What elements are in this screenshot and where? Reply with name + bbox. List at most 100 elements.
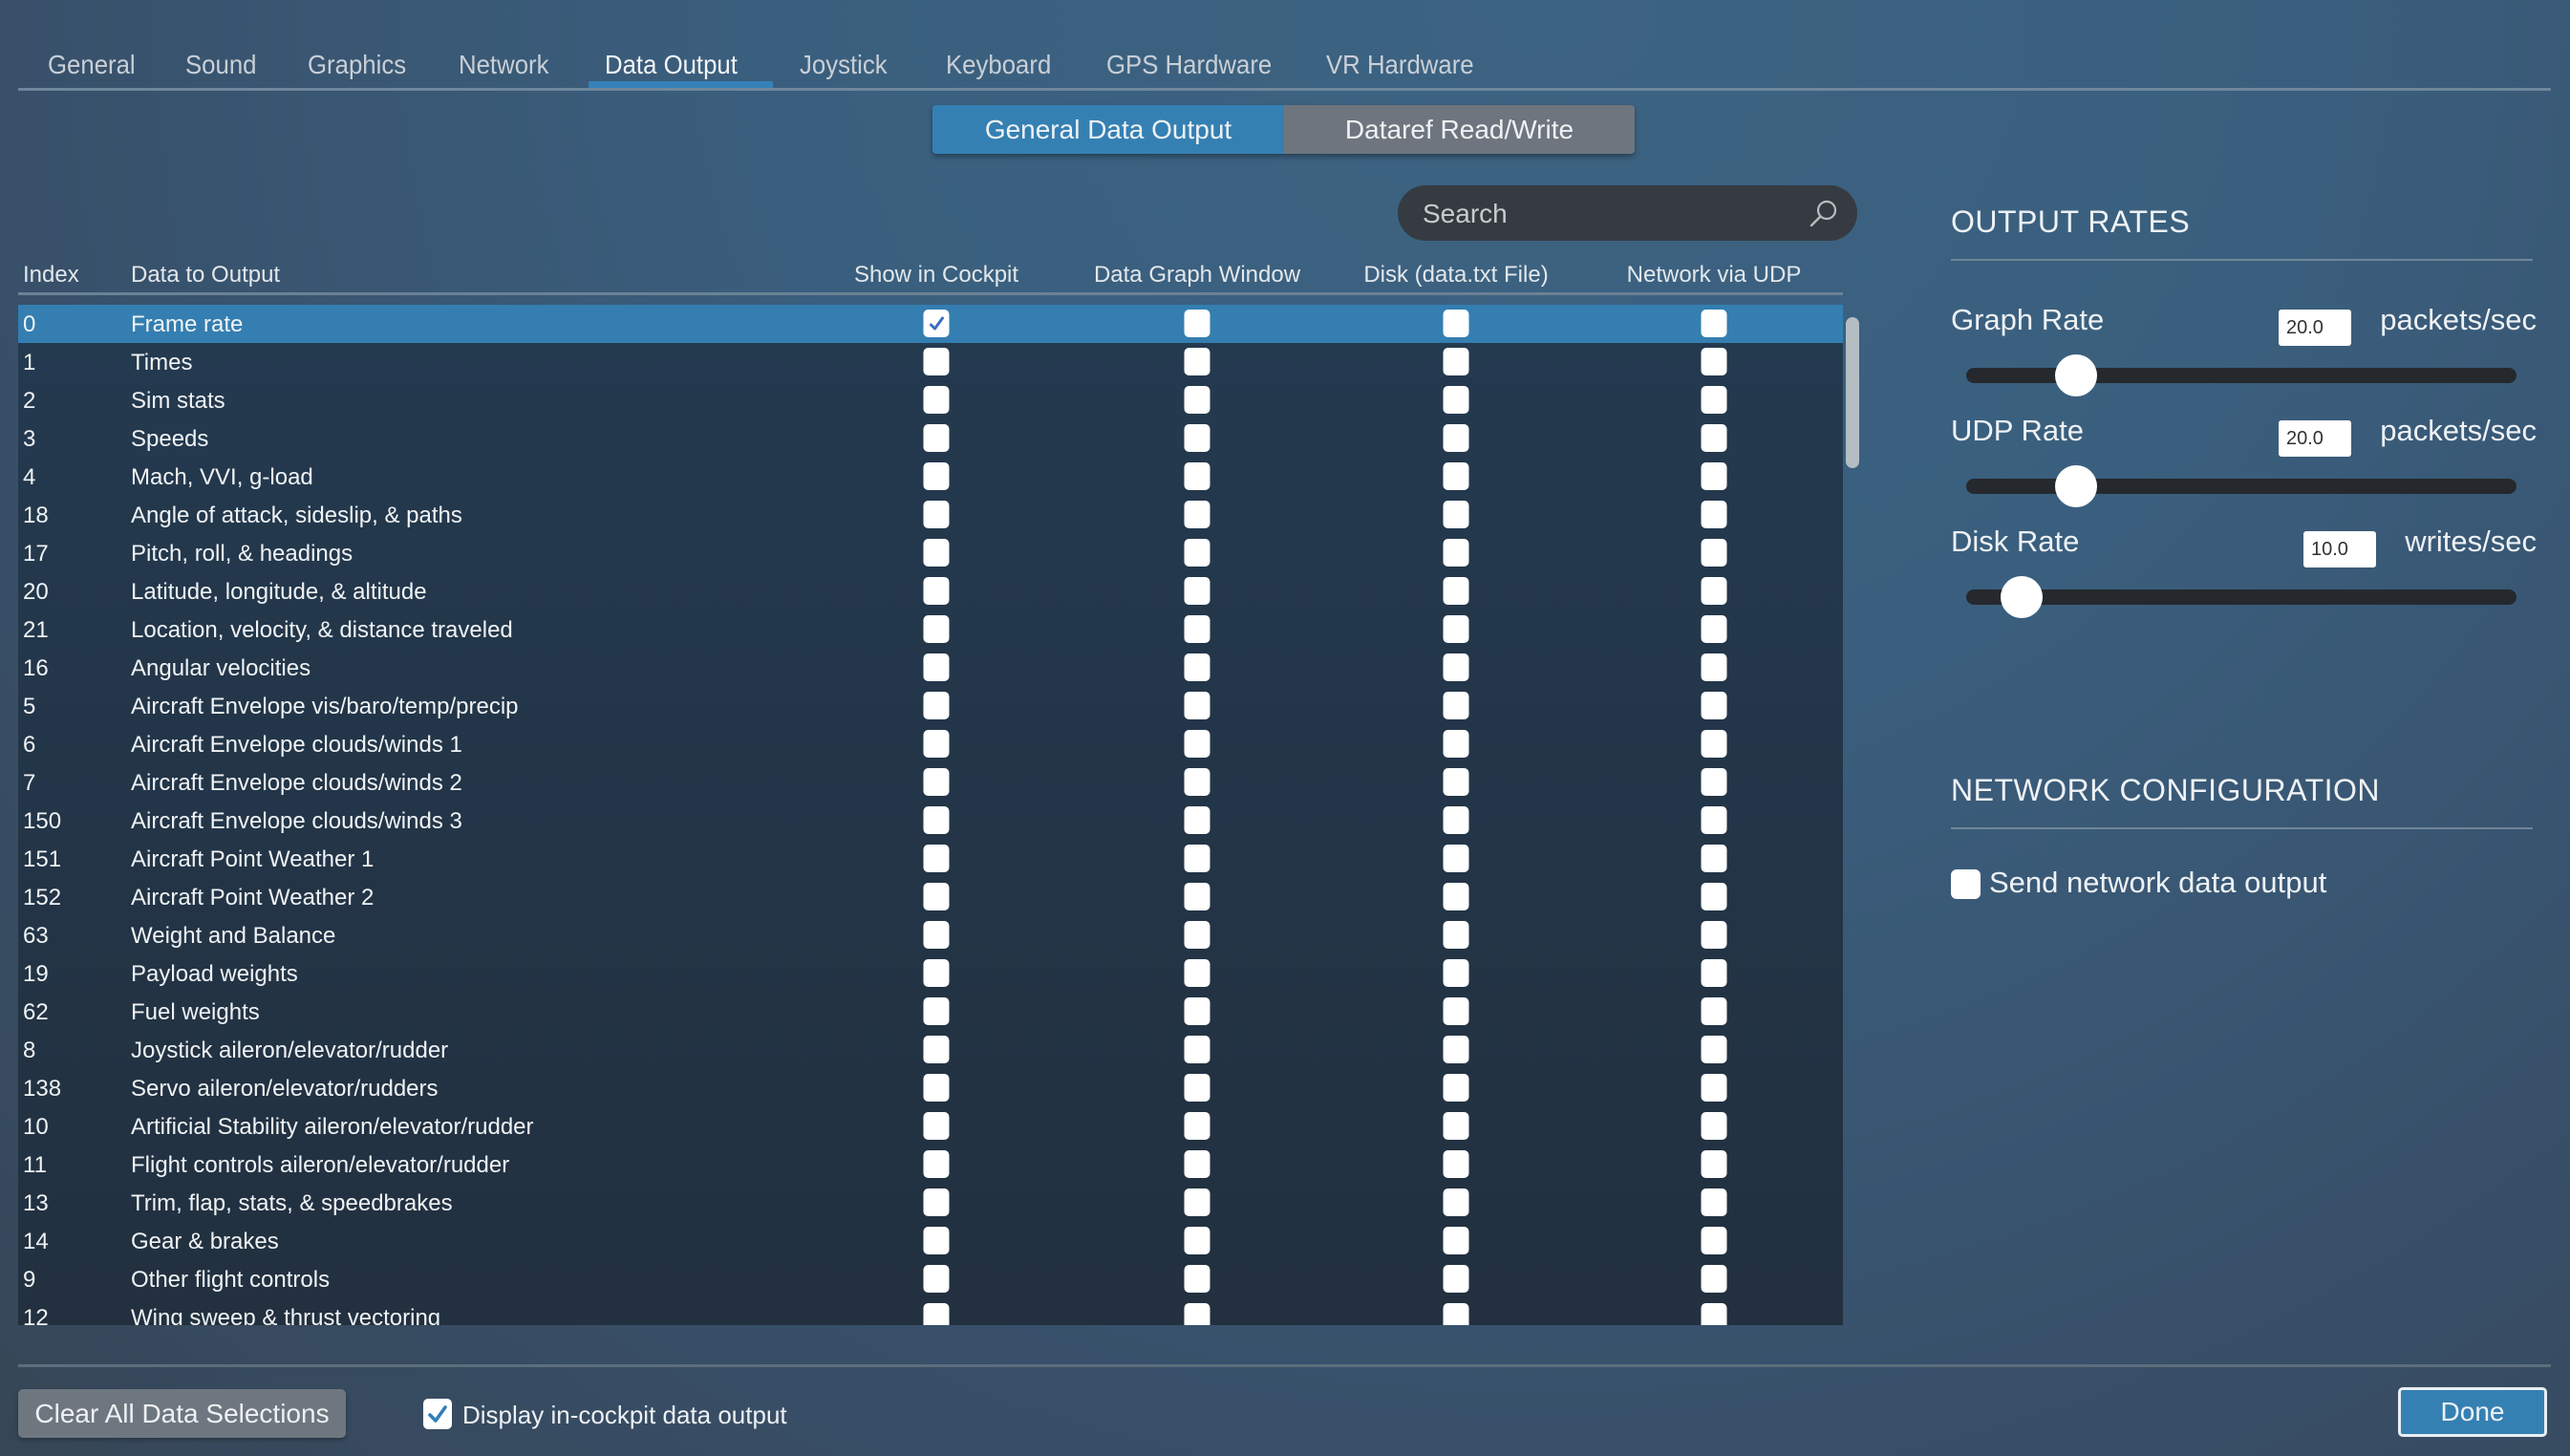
- udp-checkbox[interactable]: [1701, 921, 1727, 949]
- graph-checkbox[interactable]: [1184, 768, 1210, 796]
- udp-checkbox[interactable]: [1701, 692, 1727, 719]
- cockpit-checkbox[interactable]: [923, 653, 950, 681]
- udp-checkbox[interactable]: [1701, 1227, 1727, 1254]
- general-data-output-button[interactable]: General Data Output: [932, 105, 1284, 154]
- table-row[interactable]: 0 Frame rate: [18, 305, 1843, 343]
- udp-rate-slider-thumb[interactable]: [2055, 465, 2098, 507]
- graph-checkbox[interactable]: [1184, 959, 1210, 987]
- graph-checkbox[interactable]: [1184, 883, 1210, 910]
- table-row[interactable]: 5 Aircraft Envelope vis/baro/temp/precip: [18, 687, 1843, 725]
- table-row[interactable]: 10 Artificial Stability aileron/elevator/…: [18, 1107, 1843, 1146]
- udp-rate-input[interactable]: [2279, 420, 2351, 457]
- cockpit-checkbox[interactable]: [923, 1188, 950, 1216]
- tab-keyboard[interactable]: Keyboard: [946, 50, 1051, 80]
- graph-checkbox[interactable]: [1184, 462, 1210, 490]
- tab-data-output[interactable]: Data Output: [605, 50, 738, 80]
- graph-checkbox[interactable]: [1184, 1265, 1210, 1293]
- graph-checkbox[interactable]: [1184, 1303, 1210, 1325]
- table-row[interactable]: 138 Servo aileron/elevator/rudders: [18, 1069, 1843, 1107]
- table-row[interactable]: 16 Angular velocities: [18, 649, 1843, 687]
- disk-checkbox[interactable]: [1443, 539, 1469, 567]
- disk-checkbox[interactable]: [1443, 845, 1469, 872]
- disk-checkbox[interactable]: [1443, 921, 1469, 949]
- udp-checkbox[interactable]: [1701, 883, 1727, 910]
- cockpit-checkbox[interactable]: [923, 615, 950, 643]
- disk-checkbox[interactable]: [1443, 1188, 1469, 1216]
- table-row[interactable]: 7 Aircraft Envelope clouds/winds 2: [18, 763, 1843, 802]
- disk-checkbox[interactable]: [1443, 806, 1469, 834]
- disk-checkbox[interactable]: [1443, 1265, 1469, 1293]
- search-icon[interactable]: [1808, 197, 1840, 229]
- udp-checkbox[interactable]: [1701, 615, 1727, 643]
- disk-checkbox[interactable]: [1443, 883, 1469, 910]
- cockpit-checkbox[interactable]: [923, 1074, 950, 1102]
- tab-joystick[interactable]: Joystick: [800, 50, 888, 80]
- disk-checkbox[interactable]: [1443, 386, 1469, 414]
- cockpit-checkbox[interactable]: [923, 1036, 950, 1063]
- table-row[interactable]: 12 Wing sweep & thrust vectoring: [18, 1298, 1843, 1325]
- graph-checkbox[interactable]: [1184, 386, 1210, 414]
- table-row[interactable]: 4 Mach, VVI, g-load: [18, 458, 1843, 496]
- graph-checkbox[interactable]: [1184, 806, 1210, 834]
- graph-checkbox[interactable]: [1184, 310, 1210, 337]
- udp-checkbox[interactable]: [1701, 730, 1727, 758]
- table-row[interactable]: 3 Speeds: [18, 419, 1843, 458]
- table-row[interactable]: 62 Fuel weights: [18, 993, 1843, 1031]
- graph-checkbox[interactable]: [1184, 1074, 1210, 1102]
- disk-checkbox[interactable]: [1443, 1227, 1469, 1254]
- graph-checkbox[interactable]: [1184, 692, 1210, 719]
- graph-checkbox[interactable]: [1184, 1227, 1210, 1254]
- display-in-cockpit-checkbox[interactable]: [423, 1399, 452, 1429]
- tab-sound[interactable]: Sound: [185, 50, 256, 80]
- cockpit-checkbox[interactable]: [923, 959, 950, 987]
- table-row[interactable]: 2 Sim stats: [18, 381, 1843, 419]
- table-row[interactable]: 14 Gear & brakes: [18, 1222, 1843, 1260]
- cockpit-checkbox[interactable]: [923, 501, 950, 528]
- udp-checkbox[interactable]: [1701, 1303, 1727, 1325]
- table-row[interactable]: 152 Aircraft Point Weather 2: [18, 878, 1843, 916]
- udp-checkbox[interactable]: [1701, 310, 1727, 337]
- graph-checkbox[interactable]: [1184, 424, 1210, 452]
- udp-checkbox[interactable]: [1701, 845, 1727, 872]
- table-row[interactable]: 17 Pitch, roll, & headings: [18, 534, 1843, 572]
- udp-checkbox[interactable]: [1701, 386, 1727, 414]
- udp-checkbox[interactable]: [1701, 424, 1727, 452]
- table-row[interactable]: 9 Other flight controls: [18, 1260, 1843, 1298]
- cockpit-checkbox[interactable]: [923, 692, 950, 719]
- udp-checkbox[interactable]: [1701, 1074, 1727, 1102]
- cockpit-checkbox[interactable]: [923, 883, 950, 910]
- cockpit-checkbox[interactable]: [923, 310, 950, 337]
- cockpit-checkbox[interactable]: [923, 1265, 950, 1293]
- table-row[interactable]: 1 Times: [18, 343, 1843, 381]
- udp-checkbox[interactable]: [1701, 1112, 1727, 1140]
- graph-checkbox[interactable]: [1184, 921, 1210, 949]
- dataref-read-write-button[interactable]: Dataref Read/Write: [1284, 105, 1635, 154]
- tab-general[interactable]: General: [48, 50, 136, 80]
- tab-graphics[interactable]: Graphics: [308, 50, 406, 80]
- udp-checkbox[interactable]: [1701, 1265, 1727, 1293]
- disk-checkbox[interactable]: [1443, 1150, 1469, 1178]
- graph-checkbox[interactable]: [1184, 997, 1210, 1025]
- table-row[interactable]: 63 Weight and Balance: [18, 916, 1843, 954]
- table-row[interactable]: 18 Angle of attack, sideslip, & paths: [18, 496, 1843, 534]
- graph-checkbox[interactable]: [1184, 1150, 1210, 1178]
- disk-checkbox[interactable]: [1443, 615, 1469, 643]
- graph-checkbox[interactable]: [1184, 615, 1210, 643]
- cockpit-checkbox[interactable]: [923, 424, 950, 452]
- udp-checkbox[interactable]: [1701, 768, 1727, 796]
- search-input[interactable]: [1421, 185, 1797, 243]
- udp-checkbox[interactable]: [1701, 501, 1727, 528]
- udp-checkbox[interactable]: [1701, 348, 1727, 375]
- cockpit-checkbox[interactable]: [923, 1112, 950, 1140]
- clear-all-data-selections-button[interactable]: Clear All Data Selections: [18, 1389, 346, 1438]
- disk-checkbox[interactable]: [1443, 462, 1469, 490]
- table-row[interactable]: 21 Location, velocity, & distance travele…: [18, 610, 1843, 649]
- table-row[interactable]: 150 Aircraft Envelope clouds/winds 3: [18, 802, 1843, 840]
- disk-checkbox[interactable]: [1443, 310, 1469, 337]
- send-network-data-checkbox[interactable]: [1951, 869, 1981, 899]
- disk-checkbox[interactable]: [1443, 501, 1469, 528]
- tab-gps-hardware[interactable]: GPS Hardware: [1106, 50, 1272, 80]
- udp-checkbox[interactable]: [1701, 997, 1727, 1025]
- cockpit-checkbox[interactable]: [923, 768, 950, 796]
- cockpit-checkbox[interactable]: [923, 806, 950, 834]
